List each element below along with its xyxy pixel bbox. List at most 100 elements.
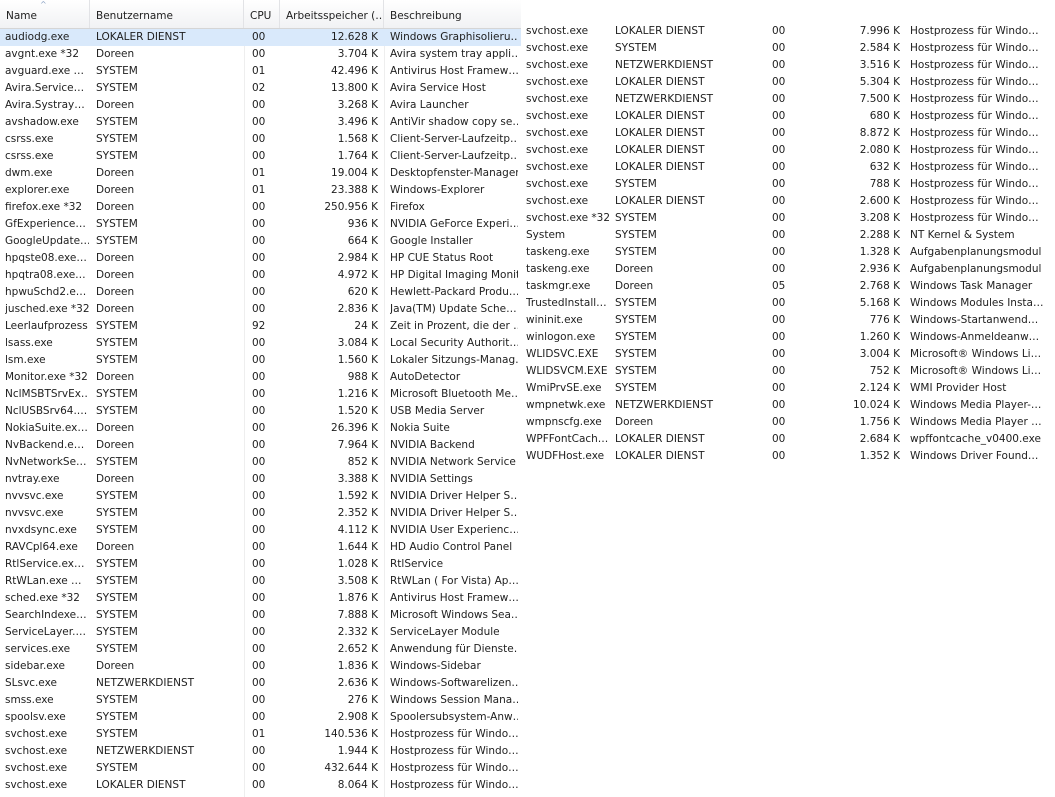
table-row[interactable]: smss.exe SYSTEM 00 276 K Windows Session Man… <box>0 692 521 709</box>
table-row[interactable]: avshadow.exe SYSTEM 00 3.496 K AntiVir shado… <box>0 114 521 131</box>
process-user: LOKALER DIENST <box>615 450 705 462</box>
table-row[interactable]: WLIDSVCM.EXE SYSTEM 00 752 K Microsoft® Wind… <box>521 363 1055 380</box>
table-row[interactable]: avguard.exe … SYSTEM 01 42.496 K Antivirus H… <box>0 63 521 80</box>
table-row[interactable]: taskmgr.exe Doreen 05 2.768 K Windows Task M… <box>521 278 1055 295</box>
table-row[interactable]: Avira.Systray… Doreen 00 3.268 K Avira Launc… <box>0 97 521 114</box>
process-description: NVIDIA Driver Helper S… <box>390 490 518 502</box>
process-description: Windows Graphisolieru… <box>390 31 518 43</box>
table-row[interactable]: ServiceLayer.… SYSTEM 00 2.332 K ServiceLaye… <box>0 624 521 641</box>
column-header-cpu[interactable]: CPU <box>244 0 280 28</box>
table-row[interactable]: svchost.exe LOKALER DIENST 00 2.600 K Hostpr… <box>521 193 1055 210</box>
table-row[interactable]: SearchIndexe… SYSTEM 00 7.888 K Microsoft Wi… <box>0 607 521 624</box>
table-row[interactable]: csrss.exe SYSTEM 00 1.764 K Client-Server-La… <box>0 148 521 165</box>
table-row[interactable]: jusched.exe *32 Doreen 00 2.836 K Java(TM) U… <box>0 301 521 318</box>
process-description: RtWLan ( For Vista) Ap… <box>390 575 518 587</box>
table-row[interactable]: csrss.exe SYSTEM 00 1.568 K Client-Server-La… <box>0 131 521 148</box>
table-row[interactable]: GfExperience… SYSTEM 00 936 K NVIDIA GeForce… <box>0 216 521 233</box>
table-row[interactable]: services.exe SYSTEM 00 2.652 K Anwendung für… <box>0 641 521 658</box>
table-row[interactable]: svchost.exe SYSTEM 01 140.536 K Hostprozess … <box>0 726 521 743</box>
table-row[interactable]: audiodg.exe LOKALER DIENST 00 12.628 K Windo… <box>0 29 521 46</box>
table-row[interactable]: RtlService.ex… SYSTEM 00 1.028 K RtlService <box>0 556 521 573</box>
process-cpu: 00 <box>252 422 266 434</box>
table-row[interactable]: svchost.exe SYSTEM 00 788 K Hostprozess für … <box>521 176 1055 193</box>
table-row[interactable]: sidebar.exe Doreen 00 1.836 K Windows-Sideba… <box>0 658 521 675</box>
table-row[interactable]: svchost.exe LOKALER DIENST 00 2.080 K Hostpr… <box>521 142 1055 159</box>
table-row[interactable]: taskeng.exe Doreen 00 2.936 K Aufgabenplanun… <box>521 261 1055 278</box>
table-row[interactable]: wmpnscfg.exe Doreen 00 1.756 K Windows Media… <box>521 414 1055 431</box>
process-cpu: 00 <box>252 150 266 162</box>
table-row[interactable]: WUDFHost.exe LOKALER DIENST 00 1.352 K Windo… <box>521 448 1055 465</box>
table-row[interactable]: svchost.exe LOKALER DIENST 00 8.872 K Hostpr… <box>521 125 1055 142</box>
table-row[interactable]: GoogleUpdate… SYSTEM 00 664 K Google Install… <box>0 233 521 250</box>
table-row[interactable]: nvvsvc.exe SYSTEM 00 1.592 K NVIDIA Driver H… <box>0 488 521 505</box>
process-description: Windows Modules Insta… <box>910 297 1044 309</box>
process-cpu: 00 <box>252 643 266 655</box>
table-row[interactable]: svchost.exe *32 SYSTEM 00 3.208 K Hostprozes… <box>521 210 1055 227</box>
table-row[interactable]: RtWLan.exe … SYSTEM 00 3.508 K RtWLan ( For … <box>0 573 521 590</box>
table-row[interactable]: wininit.exe SYSTEM 00 776 K Windows-Startanw… <box>521 312 1055 329</box>
table-row[interactable]: NokiaSuite.ex… Doreen 00 26.396 K Nokia Suit… <box>0 420 521 437</box>
table-row[interactable]: nvxdsync.exe SYSTEM 00 4.112 K NVIDIA User E… <box>0 522 521 539</box>
table-row[interactable]: hpqste08.exe… Doreen 00 2.984 K HP CUE Statu… <box>0 250 521 267</box>
table-row[interactable]: WmiPrvSE.exe SYSTEM 00 2.124 K WMI Provider … <box>521 380 1055 397</box>
process-name: svchost.exe <box>526 127 589 139</box>
table-row[interactable]: NclMSBTSrvEx… SYSTEM 00 1.216 K Microsoft Bl… <box>0 386 521 403</box>
table-row[interactable]: lsass.exe SYSTEM 00 3.084 K Local Security A… <box>0 335 521 352</box>
process-name: RAVCpl64.exe <box>5 541 78 553</box>
table-row[interactable]: svchost.exe SYSTEM 00 432.644 K Hostprozess … <box>0 760 521 777</box>
process-description: Windows Session Mana… <box>390 694 518 706</box>
process-user: SYSTEM <box>615 229 657 241</box>
column-header-memory[interactable]: Arbeitsspeicher (… <box>280 0 384 28</box>
table-row[interactable]: NclUSBSrv64.… SYSTEM 00 1.520 K USB Media Se… <box>0 403 521 420</box>
table-row[interactable]: NvNetworkSe… SYSTEM 00 852 K NVIDIA Network … <box>0 454 521 471</box>
process-name: Avira.Systray… <box>5 99 85 111</box>
table-row[interactable]: RAVCpl64.exe Doreen 00 1.644 K HD Audio Cont… <box>0 539 521 556</box>
table-row[interactable]: dwm.exe Doreen 01 19.004 K Desktopfenster-Ma… <box>0 165 521 182</box>
column-header-description[interactable]: Beschreibung <box>384 0 521 28</box>
table-row[interactable]: Monitor.exe *32 Doreen 00 988 K AutoDetector <box>0 369 521 386</box>
table-row[interactable]: System SYSTEM 00 2.288 K NT Kernel & System <box>521 227 1055 244</box>
table-row[interactable]: svchost.exe SYSTEM 00 2.584 K Hostprozess fü… <box>521 40 1055 57</box>
column-header-name[interactable]: ^ Name <box>0 0 90 28</box>
table-row[interactable]: Leerlaufprozess SYSTEM 92 24 K Zeit in Proze… <box>0 318 521 335</box>
table-row[interactable]: svchost.exe LOKALER DIENST 00 632 K Hostproz… <box>521 159 1055 176</box>
table-row[interactable]: nvvsvc.exe SYSTEM 00 2.352 K NVIDIA Driver H… <box>0 505 521 522</box>
process-name: svchost.exe <box>5 779 68 791</box>
process-cpu: 00 <box>252 48 266 60</box>
process-name: nvtray.exe <box>5 473 60 485</box>
table-row[interactable]: WPFFontCach… LOKALER DIENST 00 2.684 K wpffo… <box>521 431 1055 448</box>
table-row[interactable]: svchost.exe LOKALER DIENST 00 7.996 K Hostpr… <box>521 23 1055 40</box>
process-memory: 5.304 K <box>859 76 900 88</box>
column-header-user[interactable]: Benutzername <box>90 0 244 28</box>
table-row[interactable]: avgnt.exe *32 Doreen 00 3.704 K Avira system… <box>0 46 521 63</box>
process-memory: 4.972 K <box>337 269 378 281</box>
table-row[interactable]: hpqtra08.exe… Doreen 00 4.972 K HP Digital I… <box>0 267 521 284</box>
table-row[interactable]: hpwuSchd2.e… Doreen 00 620 K Hewlett-Packard… <box>0 284 521 301</box>
process-memory: 2.984 K <box>337 252 378 264</box>
table-row[interactable]: svchost.exe NETZWERKDIENST 00 7.500 K Hostpr… <box>521 91 1055 108</box>
process-memory: 5.168 K <box>859 297 900 309</box>
process-memory: 7.964 K <box>337 439 378 451</box>
table-row[interactable]: nvtray.exe Doreen 00 3.388 K NVIDIA Settings <box>0 471 521 488</box>
table-row[interactable]: svchost.exe LOKALER DIENST 00 680 K Hostproz… <box>521 108 1055 125</box>
table-row[interactable]: Avira.Service… SYSTEM 02 13.800 K Avira Serv… <box>0 80 521 97</box>
table-row[interactable]: svchost.exe NETZWERKDIENST 00 1.944 K Hostpr… <box>0 743 521 760</box>
table-row[interactable]: svchost.exe NETZWERKDIENST 00 3.516 K Hostpr… <box>521 57 1055 74</box>
table-row[interactable]: taskeng.exe SYSTEM 00 1.328 K Aufgabenplanun… <box>521 244 1055 261</box>
table-row[interactable]: SLsvc.exe NETZWERKDIENST 00 2.636 K Windows-… <box>0 675 521 692</box>
table-row[interactable]: sched.exe *32 SYSTEM 00 1.876 K Antivirus Ho… <box>0 590 521 607</box>
process-memory: 680 K <box>869 110 900 122</box>
table-row[interactable]: winlogon.exe SYSTEM 00 1.260 K Windows-Anmel… <box>521 329 1055 346</box>
table-row[interactable]: svchost.exe LOKALER DIENST 00 8.064 K Hostpr… <box>0 777 521 794</box>
process-name: svchost.exe <box>5 762 68 774</box>
table-row[interactable]: firefox.exe *32 Doreen 00 250.956 K Firefox <box>0 199 521 216</box>
table-row[interactable]: NvBackend.e… Doreen 00 7.964 K NVIDIA Backen… <box>0 437 521 454</box>
table-row[interactable]: explorer.exe Doreen 01 23.388 K Windows-Expl… <box>0 182 521 199</box>
table-row[interactable]: svchost.exe LOKALER DIENST 00 5.304 K Hostpr… <box>521 74 1055 91</box>
table-row[interactable]: wmpnetwk.exe NETZWERKDIENST 00 10.024 K Wind… <box>521 397 1055 414</box>
table-row[interactable]: TrustedInstall… SYSTEM 00 5.168 K Windows Mo… <box>521 295 1055 312</box>
process-memory: 276 K <box>347 694 378 706</box>
table-row[interactable]: WLIDSVC.EXE SYSTEM 00 3.004 K Microsoft® Win… <box>521 346 1055 363</box>
table-row[interactable]: lsm.exe SYSTEM 00 1.560 K Lokaler Sitzungs-M… <box>0 352 521 369</box>
table-row[interactable]: spoolsv.exe SYSTEM 00 2.908 K Spoolersubsyst… <box>0 709 521 726</box>
